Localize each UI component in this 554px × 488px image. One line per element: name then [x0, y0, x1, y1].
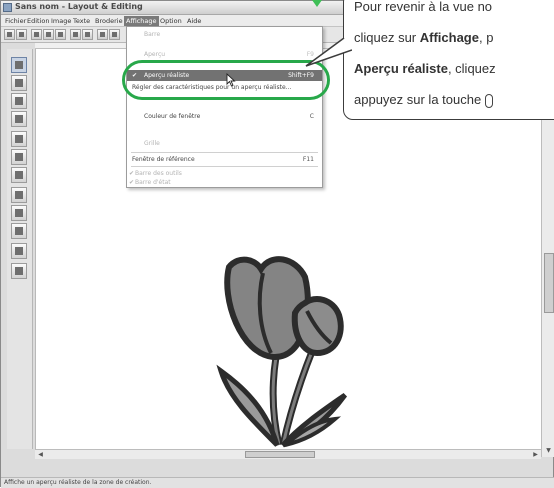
import-tool-icon[interactable] — [11, 263, 27, 279]
shape-tool-icon[interactable] — [11, 131, 27, 147]
menu-image[interactable]: Image — [49, 16, 73, 26]
redo-icon[interactable] — [109, 29, 120, 40]
paste-icon[interactable] — [55, 29, 66, 40]
window-title: Sans nom - Layout & Editing — [15, 2, 143, 11]
transfer-icon[interactable] — [82, 29, 93, 40]
cut-icon[interactable] — [31, 29, 42, 40]
menu-broderie[interactable]: Broderie — [93, 16, 125, 26]
text-tool-icon[interactable] — [11, 111, 27, 127]
menu-option[interactable]: Option — [158, 16, 184, 26]
fill-tool-icon[interactable] — [11, 149, 27, 165]
menu-texte[interactable]: Texte — [71, 16, 92, 26]
scroll-down-icon[interactable]: ▼ — [544, 446, 553, 455]
menu-aide[interactable]: Aide — [185, 16, 203, 26]
zoom-tool-icon[interactable] — [11, 93, 27, 109]
callout-line-4: appuyez sur la touche — [354, 92, 493, 108]
open-file-icon[interactable] — [16, 29, 27, 40]
menu-item-apercu[interactable]: Aperçu F9 — [127, 49, 322, 60]
status-text: Affiche un aperçu réaliste de la zone de… — [4, 479, 152, 486]
eraser-tool-icon[interactable] — [11, 223, 27, 239]
measure-tool-icon[interactable] — [11, 243, 27, 259]
callout-pointer — [305, 38, 352, 67]
status-bar: Affiche un aperçu réaliste de la zone de… — [1, 477, 554, 488]
pattern-tool-icon[interactable] — [11, 205, 27, 221]
vertical-scroll-thumb[interactable] — [544, 253, 554, 313]
horizontal-scrollbar[interactable]: ◀ ▶ — [35, 449, 541, 459]
horizontal-scroll-thumb[interactable] — [245, 451, 315, 458]
callout-line-3: Aperçu réaliste, cliquez — [354, 61, 496, 76]
new-file-icon[interactable] — [4, 29, 15, 40]
menu-affichage[interactable]: Affichage — [124, 16, 159, 26]
undo-icon[interactable] — [97, 29, 108, 40]
point-edit-icon[interactable] — [11, 75, 27, 91]
menu-item-fenetre-reference[interactable]: Fenêtre de référence F11 — [127, 154, 322, 165]
tool-palette — [7, 49, 33, 449]
grid-icon[interactable] — [70, 29, 81, 40]
tulip-embroidery-design[interactable] — [201, 249, 401, 453]
copy-icon[interactable] — [43, 29, 54, 40]
scroll-left-icon[interactable]: ◀ — [36, 450, 45, 459]
brush-tool-icon[interactable] — [11, 187, 27, 203]
select-arrow-icon[interactable] — [11, 57, 27, 73]
instruction-callout: Pour revenir à la vue no cliquez sur Aff… — [343, 0, 554, 120]
app-icon — [3, 3, 12, 12]
callout-line-1: Pour revenir à la vue no — [354, 0, 493, 14]
menu-separator — [131, 152, 318, 153]
stitch-tool-icon[interactable] — [11, 167, 27, 183]
affichage-dropdown-menu: Barre Aperçu F9 ✔ Aperçu réaliste Shift+… — [126, 26, 323, 188]
menu-item-barre-etat[interactable]: ✔ Barre d'état — [127, 177, 322, 188]
menu-edition[interactable]: Edition — [25, 16, 52, 26]
menu-separator — [131, 166, 318, 167]
mouse-cursor-icon — [226, 73, 236, 87]
green-arrow-icon — [312, 0, 322, 7]
menu-item-grille[interactable]: Grille — [127, 138, 322, 149]
callout-line-2: cliquez sur Affichage, p — [354, 30, 494, 45]
menu-item-couleur-fenetre[interactable]: Couleur de fenêtre C — [127, 111, 322, 122]
menu-item-barre[interactable]: Barre — [127, 29, 322, 40]
scroll-right-icon[interactable]: ▶ — [531, 450, 540, 459]
keycap-icon — [484, 93, 493, 108]
